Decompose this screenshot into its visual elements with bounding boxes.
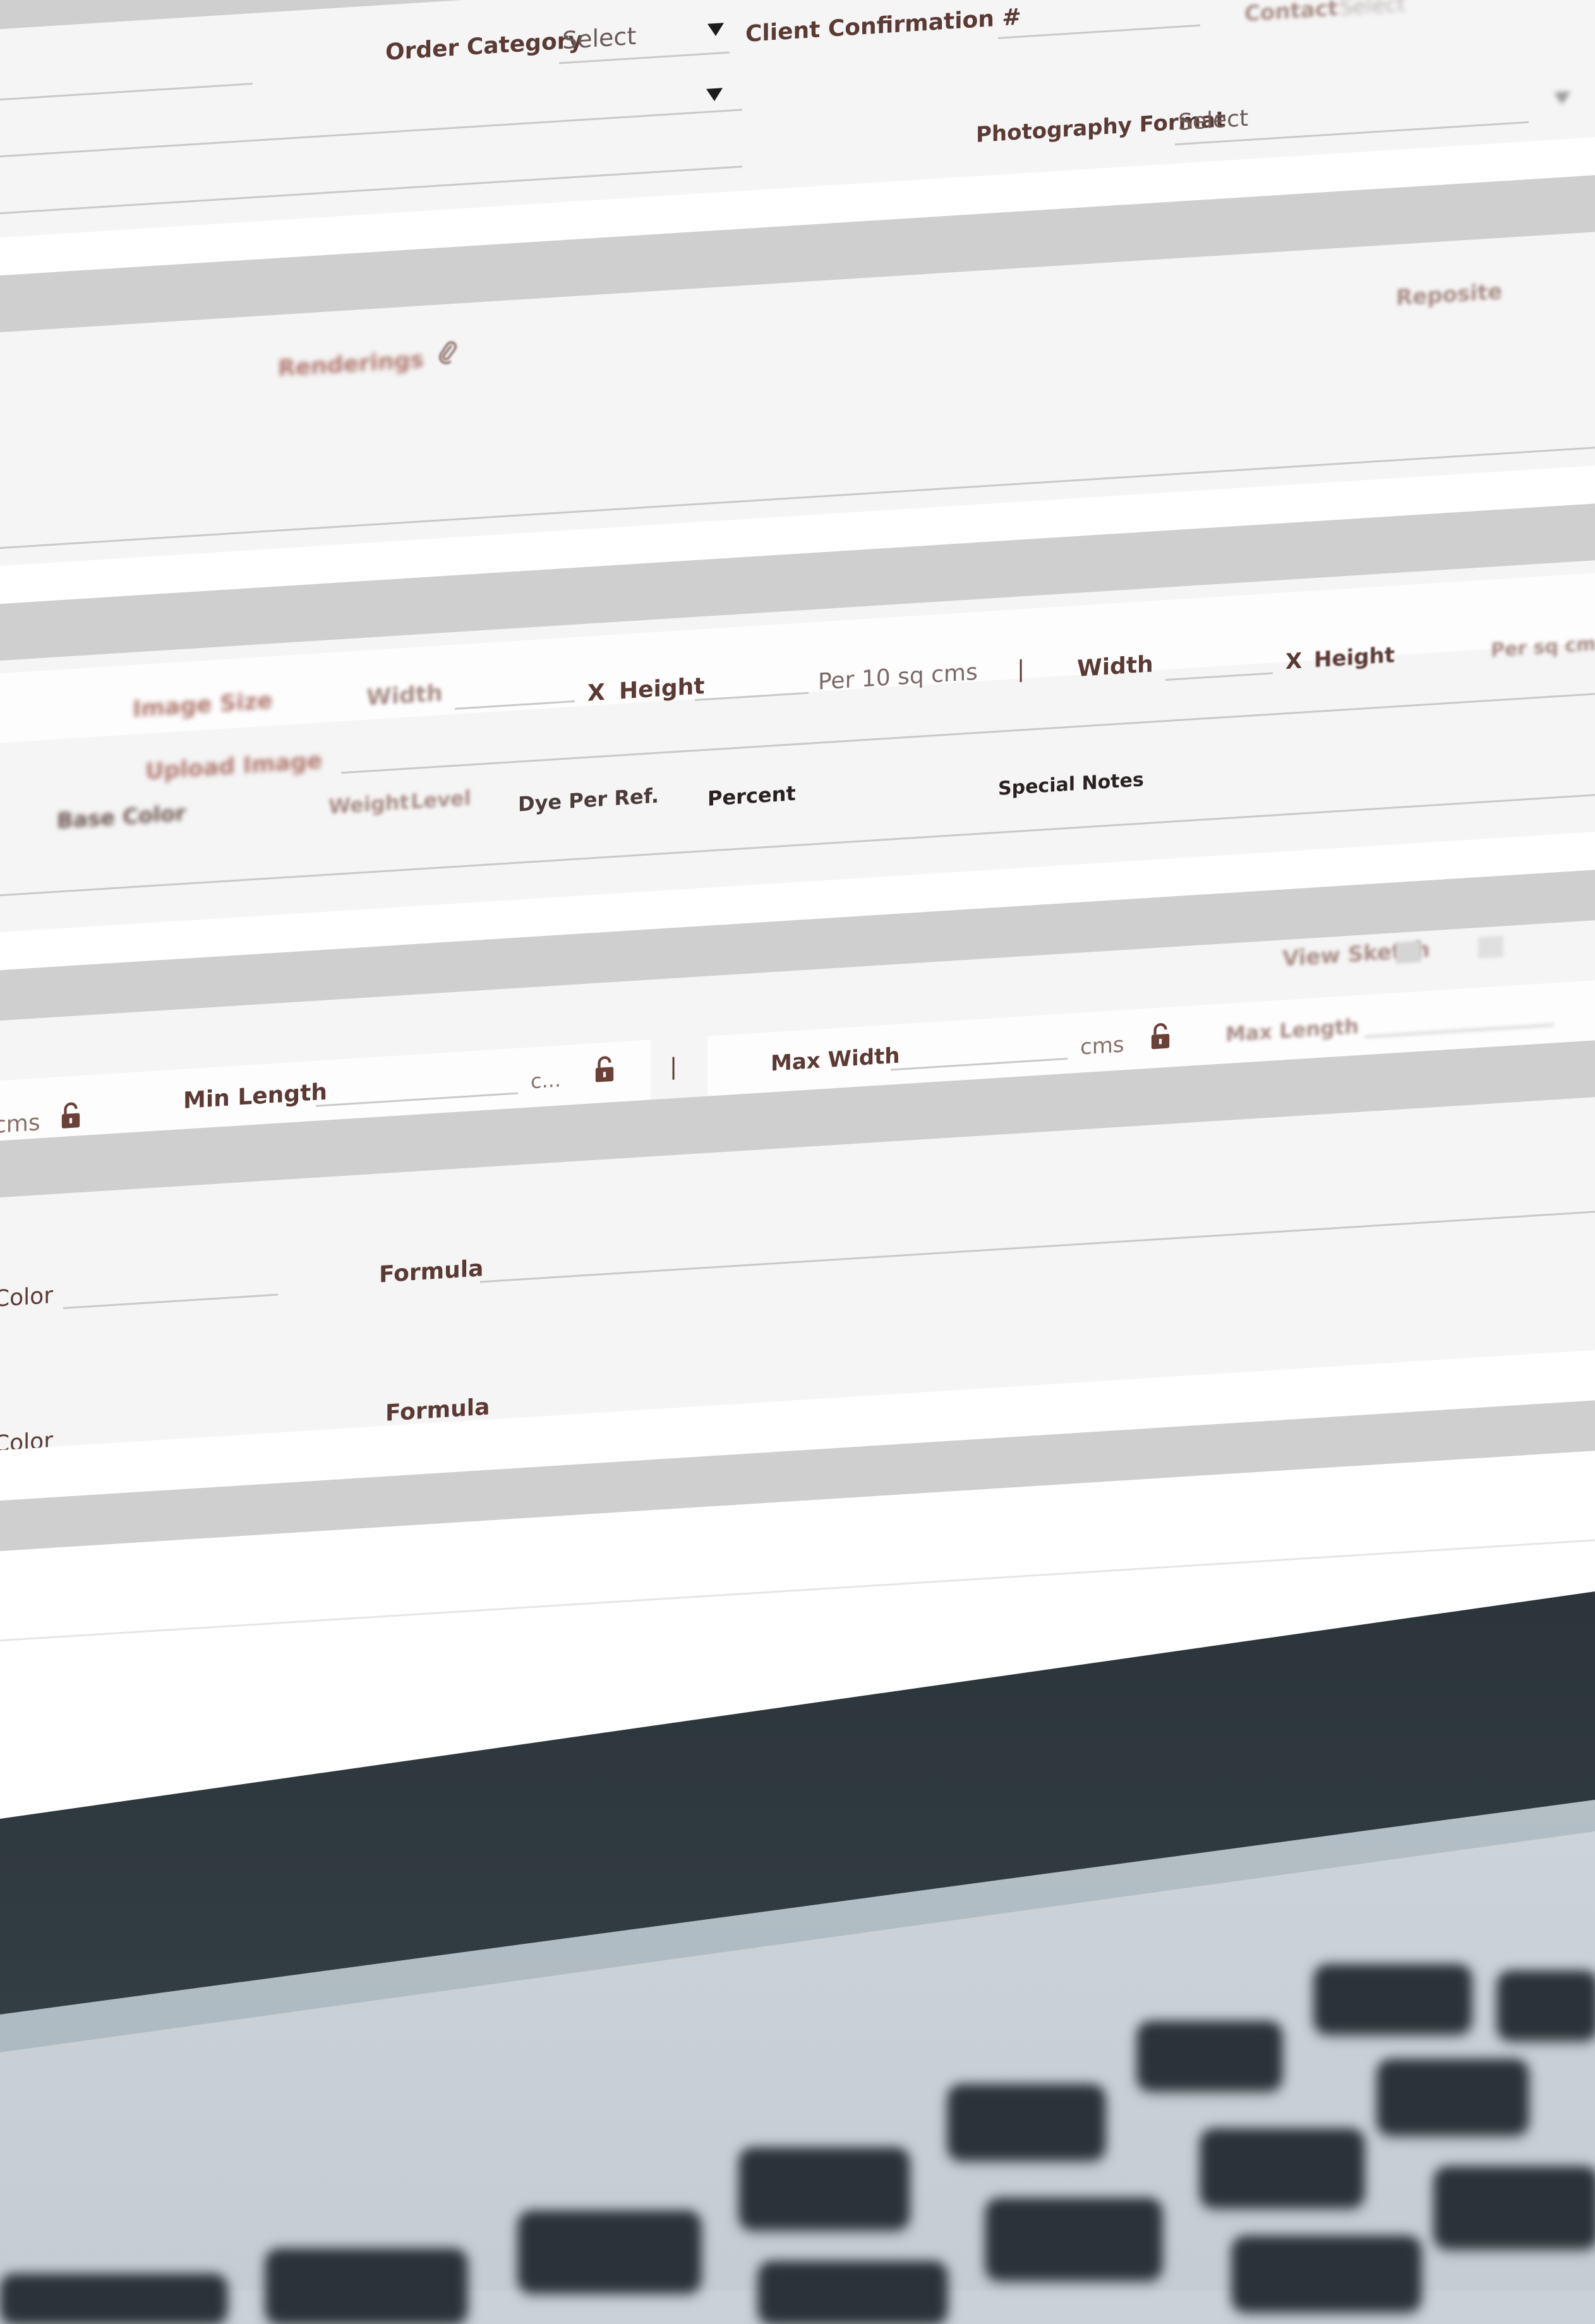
keyboard-key xyxy=(739,2147,910,2229)
keyboard-key xyxy=(1377,2059,1529,2135)
keyboard-key xyxy=(758,2261,948,2324)
keyboard-key xyxy=(1232,2236,1421,2311)
keyboard-key xyxy=(1200,2128,1364,2207)
keyboard-key xyxy=(1314,1964,1472,2033)
keyboard-key xyxy=(1137,2021,1282,2090)
keyboard xyxy=(0,0,1595,2324)
keyboard-key xyxy=(265,2248,467,2324)
keyboard-key xyxy=(1434,2166,1595,2248)
keyboard-key xyxy=(1497,1970,1595,2040)
keyboard-key xyxy=(0,2273,227,2324)
keyboard-key xyxy=(518,2210,701,2292)
keyboard-key xyxy=(948,2084,1105,2160)
keyboard-key xyxy=(985,2198,1162,2280)
